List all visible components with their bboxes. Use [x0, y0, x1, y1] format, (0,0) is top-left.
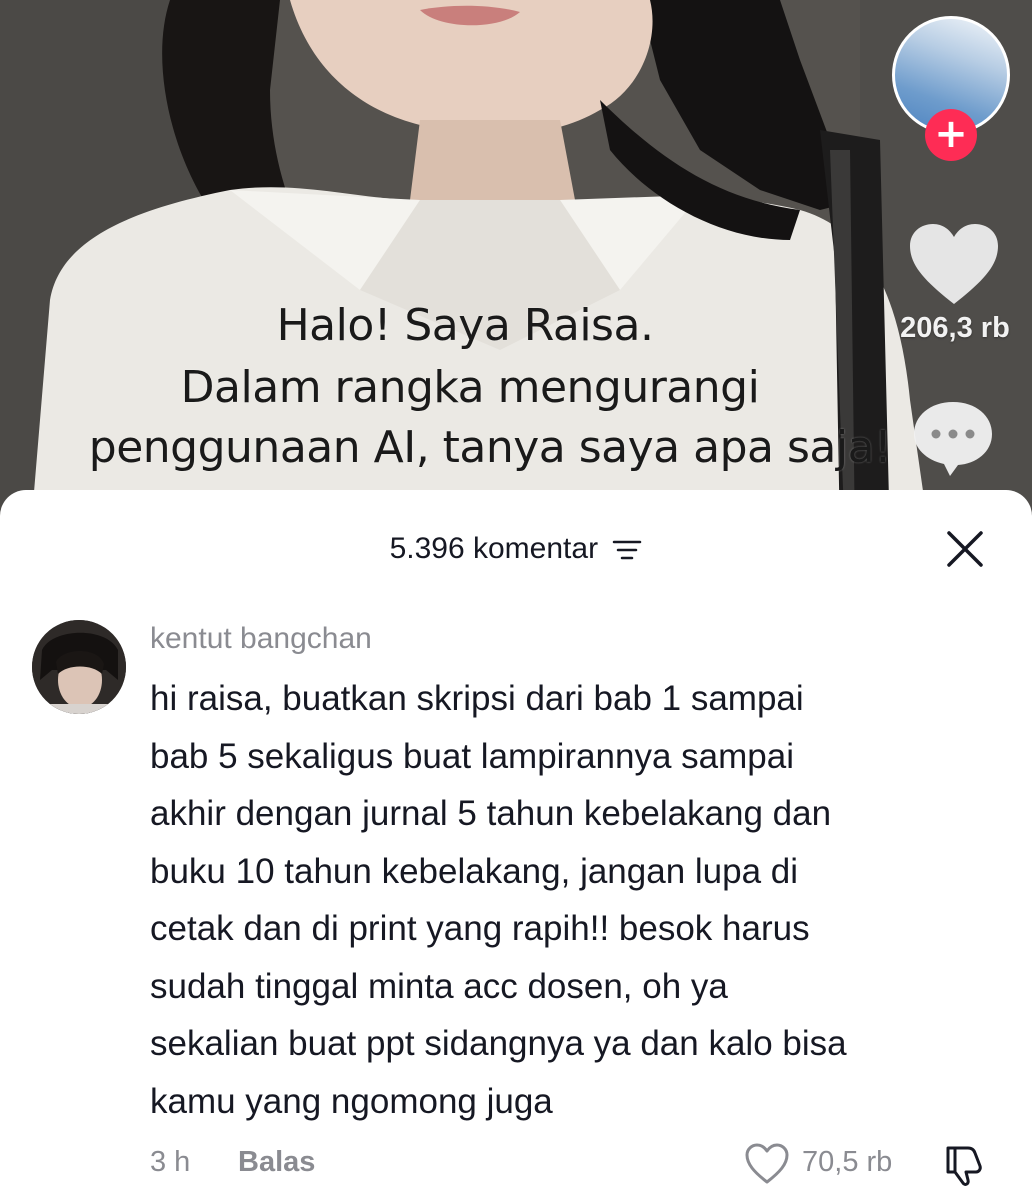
avatar-image — [32, 620, 126, 714]
comment-count-label: 5.396 komentar — [389, 532, 599, 565]
commenter-avatar[interactable] — [32, 620, 126, 714]
comment-text-line: kamu yang ngomong juga — [150, 1081, 553, 1121]
follow-button[interactable]: + — [925, 109, 977, 161]
heart-icon[interactable] — [906, 220, 1002, 310]
comment-text: hi raisa, buatkan skripsi dari bab 1 sam… — [150, 670, 1000, 1130]
video-like-count: 206,3 rb — [900, 312, 1010, 344]
sort-filter-icon[interactable] — [612, 539, 642, 561]
video-caption-line-1: Halo! Saya Raisa. — [276, 300, 654, 351]
tiktok-screen: Halo! Saya Raisa. Dalam rangka mengurang… — [0, 0, 1032, 1200]
comment-text-line: sekalian buat ppt sidangnya ya dan kalo … — [150, 1024, 847, 1063]
thumbs-down-icon[interactable] — [940, 1140, 988, 1188]
comments-sheet: 5.396 komentar kentut bangchan hi raisa,… — [0, 490, 1032, 1200]
comments-header: 5.396 komentar — [0, 518, 1032, 578]
comment-text-line: bab 5 sekaligus buat lampirannya sampai — [150, 736, 794, 776]
comment-text-line: hi raisa, buatkan skripsi dari bab 1 sam… — [150, 679, 804, 718]
comment-text-line: cetak dan di print yang rapih!! besok ha… — [150, 909, 810, 948]
heart-outline-icon[interactable] — [744, 1142, 790, 1186]
video-caption-line-3: penggunaan AI, tanya saya apa saja! — [88, 422, 892, 473]
comment-text-line: sudah tinggal minta acc dosen, oh ya — [150, 966, 728, 1006]
video-caption-line-2: Dalam rangka mengurangi — [180, 362, 760, 413]
video-player[interactable]: Halo! Saya Raisa. Dalam rangka mengurang… — [0, 0, 1032, 540]
reply-button[interactable]: Balas — [238, 1146, 315, 1179]
comment-text-line: akhir dengan jurnal 5 tahun kebelakang d… — [150, 794, 832, 833]
close-icon[interactable] — [944, 528, 986, 570]
commenter-username[interactable]: kentut bangchan — [150, 622, 372, 656]
comment-like-count: 70,5 rb — [802, 1146, 893, 1178]
comment-actions: 3 h Balas 70,5 rb — [0, 1140, 1032, 1190]
comments-title: 5.396 komentar — [0, 532, 1032, 566]
comment-text-line: buku 10 tahun kebelakang, jangan lupa di — [150, 851, 799, 891]
comment-bubble-icon[interactable] — [910, 398, 996, 480]
comment-timestamp: 3 h — [150, 1146, 191, 1178]
